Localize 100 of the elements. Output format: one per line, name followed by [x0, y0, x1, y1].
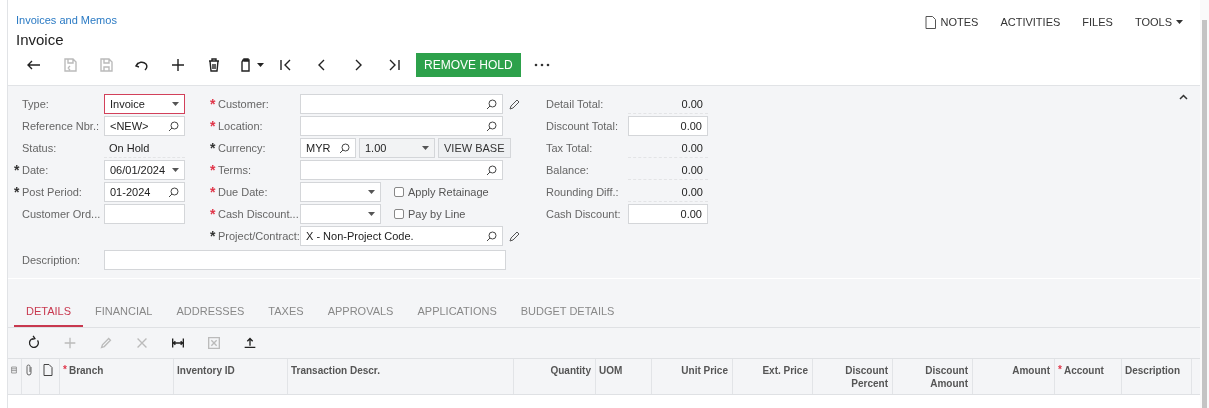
required-mark: * [63, 364, 67, 375]
header-link[interactable]: FILES [1071, 14, 1124, 30]
pencil-icon [98, 335, 114, 351]
plus-icon [62, 335, 78, 351]
field-label: Status: [22, 142, 58, 154]
search-icon [486, 230, 497, 242]
caret-icon [422, 146, 429, 150]
field-label: Date: [22, 164, 50, 176]
column-header[interactable]: Discount Percent [816, 364, 888, 390]
header-link[interactable]: ACTIVITIES [989, 14, 1072, 30]
column-header[interactable]: Unit Price [681, 364, 728, 377]
save-icon [61, 56, 79, 74]
lookup-field[interactable] [300, 160, 503, 180]
spreadsheet-icon [206, 335, 222, 351]
field-label: Rounding Diff.: [546, 186, 620, 198]
column-header[interactable]: Amount [1012, 364, 1050, 377]
upload-icon [242, 335, 258, 351]
lookup-field[interactable]: MYR [300, 138, 356, 158]
caret-icon [368, 190, 375, 194]
field-label: Project/Contract: [218, 230, 300, 242]
required-mark: * [210, 185, 217, 199]
input-field[interactable]: 0.00 [628, 116, 708, 136]
search-icon [168, 120, 179, 132]
column-header[interactable]: Account [1063, 364, 1104, 377]
file-icon [43, 364, 53, 376]
scrollbar[interactable] [1202, 20, 1207, 408]
rows-icon [11, 364, 17, 376]
more-icon[interactable] [533, 63, 550, 67]
input-field[interactable]: 0.00 [628, 204, 708, 224]
refresh-icon [26, 335, 42, 351]
field-label: Customer Ord... [22, 208, 102, 220]
search-icon [486, 98, 497, 110]
select-field[interactable] [300, 182, 381, 202]
collapse-icon[interactable] [1179, 94, 1188, 100]
field-label: Discount Total: [546, 120, 619, 132]
header-link[interactable]: NOTES [913, 14, 990, 30]
column-header[interactable]: Branch [68, 364, 104, 377]
pencil-icon[interactable] [509, 230, 521, 242]
select-field[interactable]: Invoice [104, 94, 185, 114]
field-label: Terms: [218, 164, 252, 176]
search-icon [168, 186, 179, 198]
caret-icon [256, 63, 264, 67]
checkbox[interactable] [394, 187, 404, 197]
field-label: Currency: [218, 142, 267, 154]
field-label: Post Period: [22, 186, 83, 198]
page-title: Invoice [16, 31, 65, 48]
view-base-button[interactable]: VIEW BASE [438, 138, 511, 158]
select-field[interactable]: 1.00 [359, 138, 435, 158]
lookup-field[interactable] [300, 116, 503, 136]
caret-icon [1176, 20, 1183, 24]
note-icon [924, 15, 937, 29]
field-label: Due Date: [218, 186, 269, 198]
field-label: Detail Total: [546, 98, 605, 110]
total-value: 0.00 [628, 160, 708, 180]
field-label: Balance: [546, 164, 590, 176]
column-header[interactable]: Quantity [550, 364, 591, 377]
paperclip-icon [25, 364, 35, 376]
save-icon [97, 56, 115, 74]
column-header[interactable]: Ext. Price [762, 364, 808, 377]
lookup-field[interactable]: <NEW> [104, 116, 185, 136]
select-field[interactable] [300, 204, 381, 224]
caret-icon [368, 212, 375, 216]
lookup-field[interactable]: X - Non-Project Code. [300, 226, 503, 246]
required-mark: * [1058, 364, 1062, 375]
field-label: Type: [22, 98, 50, 110]
status-value: On Hold [104, 138, 185, 158]
total-value: 0.00 [628, 138, 708, 158]
lookup-field[interactable]: 01-2024 [104, 182, 185, 202]
caret-icon [172, 168, 179, 172]
caret-icon [172, 102, 179, 106]
field-label: Cash Discount... [218, 208, 300, 220]
input-field[interactable] [104, 250, 506, 270]
column-header[interactable]: UOM [599, 364, 623, 377]
select-field[interactable]: 06/01/2024 [104, 160, 185, 180]
total-value: 0.00 [628, 182, 708, 202]
search-icon [486, 120, 497, 132]
breadcrumb-link[interactable]: Invoices and Memos [16, 14, 117, 26]
required-mark: * [210, 141, 217, 155]
required-mark: * [210, 229, 217, 243]
column-header[interactable]: Transaction Descr. [291, 364, 380, 377]
search-icon [486, 164, 497, 176]
plus-icon [169, 56, 187, 74]
pencil-icon[interactable] [509, 98, 521, 110]
checkbox-label[interactable]: Pay by Line [408, 208, 466, 220]
required-mark: * [14, 185, 21, 199]
column-header[interactable]: Description [1125, 364, 1180, 377]
field-label: Description: [22, 254, 82, 266]
checkbox[interactable] [394, 209, 404, 219]
column-header[interactable]: Discount Amount [896, 364, 968, 390]
header-link[interactable]: TOOLS [1123, 14, 1194, 30]
field-label: Tax Total: [546, 142, 594, 154]
field-label: Cash Discount: [546, 208, 622, 220]
column-header[interactable]: Inventory ID [177, 364, 235, 377]
required-mark: * [210, 97, 217, 111]
required-mark: * [210, 163, 217, 177]
checkbox-label[interactable]: Apply Retainage [408, 186, 489, 198]
input-field[interactable] [104, 204, 185, 224]
search-icon [339, 142, 350, 154]
lookup-field[interactable] [300, 94, 503, 114]
field-label: Location: [218, 120, 264, 132]
